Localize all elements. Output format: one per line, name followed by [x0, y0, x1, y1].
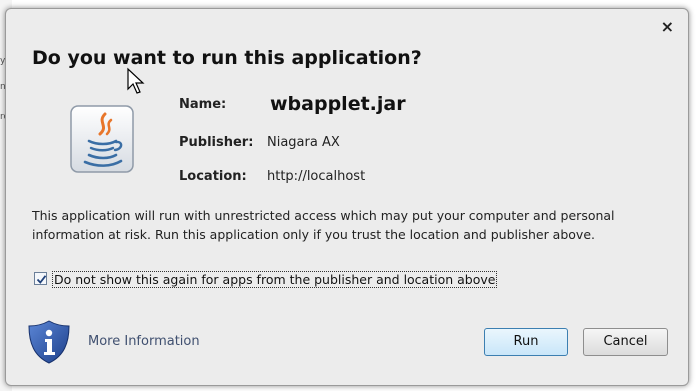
more-information-link[interactable]: More Information	[88, 334, 200, 349]
cancel-button[interactable]: Cancel	[583, 328, 668, 356]
info-shield-icon	[28, 320, 70, 364]
do-not-show-again-checkbox[interactable]	[34, 272, 47, 285]
risk-warning-text: This application will run with unrestric…	[32, 208, 615, 242]
publisher-label: Publisher:	[179, 135, 254, 150]
do-not-show-again-label[interactable]: Do not show this again for apps from the…	[52, 271, 498, 288]
checkmark-icon	[36, 275, 47, 284]
java-cup-icon	[70, 105, 134, 173]
dialog-title: Do you want to run this application?	[32, 47, 422, 69]
publisher-value: Niagara AX	[267, 135, 340, 150]
mouse-pointer-icon	[127, 67, 145, 94]
location-label: Location:	[179, 169, 247, 184]
location-value: http://localhost	[267, 169, 366, 184]
run-button[interactable]: Run	[484, 328, 568, 356]
security-warning-dialog: × Do you want to run this application? N…	[5, 8, 689, 386]
name-value: wbapplet.jar	[270, 93, 406, 115]
name-label: Name:	[179, 97, 227, 112]
close-button[interactable]: ×	[661, 19, 674, 35]
